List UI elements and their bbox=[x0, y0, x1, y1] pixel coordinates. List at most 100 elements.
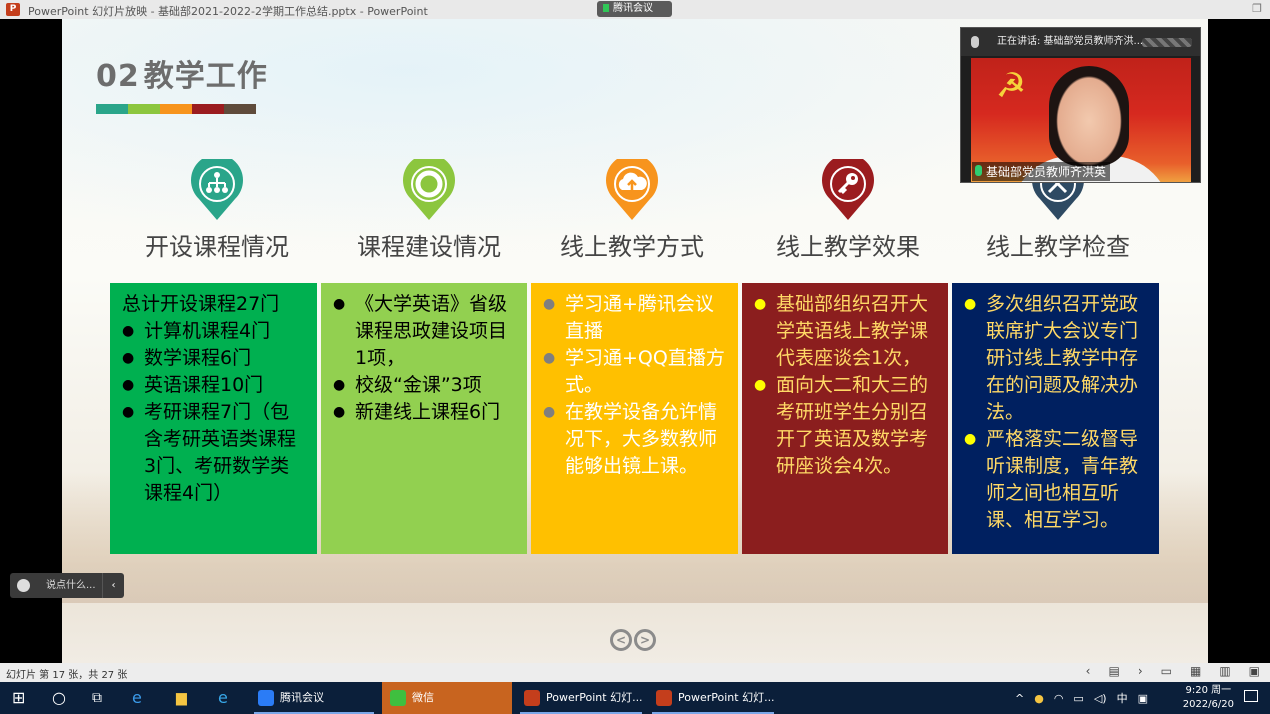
chat-input[interactable]: 说点什么... ‹ bbox=[10, 573, 124, 598]
list-item: 学习通+腾讯会议直播 bbox=[543, 291, 726, 345]
participant-name: 基础部党员教师齐洪英 bbox=[972, 162, 1111, 181]
section-number: 02 bbox=[96, 59, 140, 94]
color-bar-segment bbox=[128, 104, 160, 114]
ime-mode-icon[interactable]: ▣ bbox=[1138, 692, 1148, 705]
normal-view-icon[interactable]: ▭ bbox=[1161, 664, 1172, 678]
next-slide-button[interactable]: > bbox=[634, 629, 656, 651]
restore-icon[interactable]: ❐ bbox=[1252, 2, 1262, 15]
file-explorer-icon[interactable]: ▆ bbox=[176, 682, 187, 714]
slide-sorter-icon[interactable]: ▦ bbox=[1190, 664, 1201, 678]
chat-placeholder: 说点什么... bbox=[46, 580, 96, 591]
list-item: 计算机课程4门 bbox=[122, 318, 305, 345]
lifebuoy-icon bbox=[403, 154, 455, 221]
previous-icon[interactable]: ‹ bbox=[1086, 664, 1091, 678]
speaking-label: 正在讲话: 基础部党员教师齐洪... bbox=[997, 36, 1144, 47]
previous-slide-button[interactable]: < bbox=[610, 629, 632, 651]
card-list: 计算机课程4门 数学课程6门 英语课程10门 考研课程7门（包含考研英语类课程3… bbox=[122, 318, 305, 507]
card-online-effect: 基础部组织召开大学英语线上教学课代表座谈会1次， 面向大二和大三的考研班学生分别… bbox=[742, 283, 948, 554]
column-title: 线上教学检查 bbox=[986, 233, 1130, 261]
network-icon[interactable]: ◠ bbox=[1054, 692, 1064, 705]
column-header-courses: 开设课程情况 bbox=[117, 154, 317, 262]
ie-browser-icon[interactable]: e bbox=[132, 682, 142, 714]
color-bar-segment bbox=[192, 104, 224, 114]
slide-menu-icon[interactable]: ▤ bbox=[1108, 664, 1119, 678]
slideshow-icon[interactable]: ▣ bbox=[1249, 664, 1260, 678]
tencent-meeting-icon bbox=[258, 690, 274, 706]
list-item: 多次组织召开党政联席扩大会议专门研讨线上教学中存在的问题及解决办法。 bbox=[964, 291, 1147, 426]
microphone-active-icon bbox=[975, 165, 982, 176]
show-hidden-icons-icon[interactable]: ^ bbox=[1015, 692, 1024, 705]
app-tray-icon[interactable]: ● bbox=[1034, 692, 1044, 705]
org-chart-icon bbox=[191, 154, 243, 221]
taskbar: ⊞ ○ ⧉ e ▆ e 腾讯会议 微信 PowerPoint 幻灯... Pow… bbox=[0, 682, 1270, 714]
card-list: 《大学英语》省级课程思政建设项目1项， 校级“金课”3项 新建线上课程6门 bbox=[333, 291, 515, 426]
window-controls: ❐ bbox=[1228, 2, 1262, 15]
taskbar-app-tencent-meeting[interactable]: 腾讯会议 bbox=[250, 682, 378, 714]
card-construction: 《大学英语》省级课程思政建设项目1项， 校级“金课”3项 新建线上课程6门 bbox=[321, 283, 527, 554]
list-item: 在教学设备允许情况下，大多数教师能够出镜上课。 bbox=[543, 399, 726, 480]
powerpoint-icon bbox=[524, 690, 540, 706]
more-icon[interactable] bbox=[1142, 38, 1192, 47]
list-item: 基础部组织召开大学英语线上教学课代表座谈会1次， bbox=[754, 291, 936, 372]
window-title: PowerPoint 幻灯片放映 - 基础部2021-2022-2学期工作总结.… bbox=[28, 5, 428, 18]
powerpoint-icon: P bbox=[6, 3, 20, 16]
column-title: 线上教学效果 bbox=[776, 233, 920, 261]
meeting-tag-label: 腾讯会议 bbox=[613, 3, 653, 14]
taskbar-app-powerpoint-2[interactable]: PowerPoint 幻灯... bbox=[648, 682, 778, 714]
clock[interactable]: 9:20 周一 2022/6/20 bbox=[1183, 684, 1234, 712]
list-item: 校级“金课”3项 bbox=[333, 372, 515, 399]
microphone-icon bbox=[971, 36, 979, 48]
battery-icon[interactable]: ▭ bbox=[1073, 692, 1083, 705]
key-icon bbox=[822, 154, 874, 221]
clock-date: 2022/6/20 bbox=[1182, 699, 1234, 710]
input-method[interactable]: 中 bbox=[1117, 690, 1128, 706]
next-icon[interactable]: › bbox=[1138, 664, 1143, 678]
slide-heading: 02 教学工作 bbox=[96, 51, 268, 95]
list-item: 面向大二和大三的考研班学生分别召开了英语及数学考研座谈会4次。 bbox=[754, 372, 936, 480]
card-online-check: 多次组织召开党政联席扩大会议专门研讨线上教学中存在的问题及解决办法。 严格落实二… bbox=[952, 283, 1159, 554]
edge-browser-icon[interactable]: e bbox=[218, 682, 228, 714]
column-title: 线上教学方式 bbox=[560, 233, 704, 261]
card-list: 基础部组织召开大学英语线上教学课代表座谈会1次， 面向大二和大三的考研班学生分别… bbox=[754, 291, 936, 480]
list-item: 考研课程7门（包含考研英语类课程3门、考研数学类课程4门） bbox=[122, 399, 305, 507]
heading-color-bar bbox=[96, 104, 256, 114]
system-tray: ^ ● ◠ ▭ ◁) 中 ▣ bbox=[1015, 682, 1148, 714]
participant-name-label: 基础部党员教师齐洪英 bbox=[986, 165, 1107, 179]
column-header-online-effect: 线上教学效果 bbox=[748, 154, 948, 262]
column-title: 课程建设情况 bbox=[357, 233, 501, 261]
column-header-online-method: 线上教学方式 bbox=[532, 154, 732, 262]
wechat-icon bbox=[390, 690, 406, 706]
section-title: 教学工作 bbox=[143, 59, 268, 94]
slideshow-area: 02 教学工作 开设课程情况 课程建设情况 线上教学方式 线上教学效果 线上教学… bbox=[0, 19, 1270, 663]
taskbar-app-wechat[interactable]: 微信 bbox=[382, 682, 512, 714]
collapse-chat-button[interactable]: ‹ bbox=[102, 573, 124, 598]
volume-icon[interactable]: ◁) bbox=[1094, 692, 1107, 705]
card-list: 多次组织召开党政联席扩大会议专门研讨线上教学中存在的问题及解决办法。 严格落实二… bbox=[964, 291, 1147, 534]
color-bar-segment bbox=[224, 104, 256, 114]
party-emblem-icon: ☭ bbox=[995, 66, 1027, 106]
video-header: 正在讲话: 基础部党员教师齐洪... bbox=[961, 28, 1200, 56]
color-bar-segment bbox=[96, 104, 128, 114]
list-item: 英语课程10门 bbox=[122, 372, 305, 399]
notification-icon[interactable] bbox=[1244, 690, 1258, 702]
taskbar-app-label: 微信 bbox=[412, 691, 434, 704]
search-icon[interactable]: ○ bbox=[52, 682, 66, 714]
slide-nav: < > bbox=[610, 629, 656, 651]
list-item: 《大学英语》省级课程思政建设项目1项， bbox=[333, 291, 515, 372]
taskbar-app-label: 腾讯会议 bbox=[280, 691, 324, 704]
cloud-upload-icon bbox=[606, 154, 658, 221]
card-list: 学习通+腾讯会议直播 学习通+QQ直播方式。 在教学设备允许情况下，大多数教师能… bbox=[543, 291, 726, 480]
emoji-icon[interactable] bbox=[17, 579, 30, 592]
meeting-status-tag[interactable]: 腾讯会议 bbox=[597, 1, 672, 17]
list-item: 数学课程6门 bbox=[122, 345, 305, 372]
meeting-video-window[interactable]: 正在讲话: 基础部党员教师齐洪... ☭ 基础部党员教师齐洪英 bbox=[960, 27, 1201, 183]
reading-view-icon[interactable]: ▥ bbox=[1219, 664, 1230, 678]
taskbar-app-label: PowerPoint 幻灯... bbox=[546, 691, 643, 704]
video-feed: ☭ 基础部党员教师齐洪英 bbox=[971, 58, 1191, 182]
speaker-face bbox=[1049, 66, 1129, 166]
column-header-construction: 课程建设情况 bbox=[329, 154, 529, 262]
start-icon[interactable]: ⊞ bbox=[12, 682, 25, 714]
card-online-method: 学习通+腾讯会议直播 学习通+QQ直播方式。 在教学设备允许情况下，大多数教师能… bbox=[531, 283, 738, 554]
task-view-icon[interactable]: ⧉ bbox=[92, 682, 102, 714]
taskbar-app-powerpoint-1[interactable]: PowerPoint 幻灯... bbox=[516, 682, 646, 714]
